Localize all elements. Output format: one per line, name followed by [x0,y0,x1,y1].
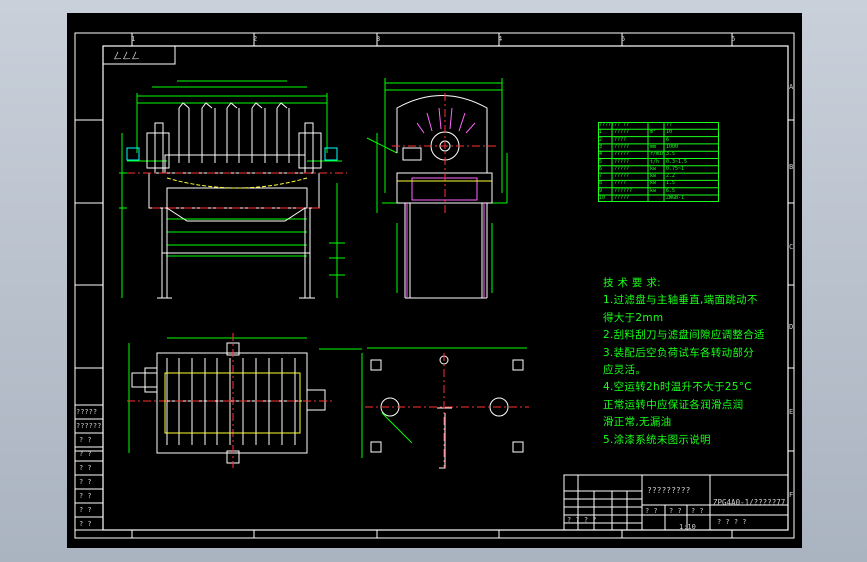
zone-label-3: 3 [376,35,381,43]
parameter-table: ??????? ???? 1????? m² 10 2???? 6 3????? mm 1000… [598,122,719,202]
parameter-cell: 7 [599,173,603,180]
parameter-cell: 6 [666,136,670,143]
parameter-cell: 4 [599,151,603,158]
parameter-cell: t/h [650,158,660,165]
title-block-scale: 1:10 [679,523,696,531]
drawing-sheet: ㄥㄥㄥ 1 2 3 4 5 6 A B C D E F ??????? ????… [67,13,802,548]
parameter-cell: ????? [614,173,630,180]
parameter-cell: 6.5 [666,187,676,194]
zone-label-d: D [789,323,794,331]
parameter-cell: kw [650,187,657,194]
title-block-cell-4: ? ? [691,507,704,515]
parameter-cell: 3.5 [666,151,676,158]
tech-req-line-6: 4.空运转2h时温升不大于25°C [603,381,752,394]
zone-label-b: B [789,163,794,171]
parameter-cell: kw [650,180,657,187]
left-list-item-7: ? ? [79,492,92,500]
title-block-name: ????????? [647,486,691,495]
corner-stamp: ㄥㄥㄥ [113,52,141,62]
zone-label-6: 6 [731,35,736,43]
parameter-cell: 5 [599,158,603,165]
zone-label-2: 2 [253,35,258,43]
parameter-cell: ZWGB-1 [666,195,685,201]
parameter-cell: ????? [599,122,615,128]
tech-req-line-3: 2.刮料刮刀与滤盘间隙应调整合适 [603,329,765,342]
parameter-cell: 0.75~1 [666,165,685,172]
parameter-cell: ????? [614,143,630,150]
parameter-cell: 9 [599,187,603,194]
parameter-cell: 6 [599,165,603,172]
parameter-cell: ???? [614,136,627,143]
parameter-cell: ?? ?? [614,122,630,128]
parameter-cell: r/min [650,151,666,158]
parameter-cell: 2.2 [666,173,676,180]
zone-label-1: 1 [131,35,136,43]
parameter-cell: ????? [614,129,630,136]
front-view [119,80,347,299]
technical-requirements: 技 术 要 求: 1.过滤盘与主轴垂直,端面跳动不 得大于2mm 2.刮料刮刀与… [603,275,765,449]
title-block-cell-2: ? ? [645,507,658,515]
title-block-drawing-no: ZPG4A0-1/?????77 [713,498,786,507]
tech-req-line-8: 滑正常,无漏油 [603,416,672,429]
title-block-cell-3: ? ? [669,507,682,515]
plan-view [127,333,362,468]
left-list-item-2: ?????? [76,422,102,430]
left-list-item-4: ? ? [79,450,92,458]
parameter-cell: 10 [599,195,606,201]
parameter-cell: 1000 [666,143,679,150]
parameter-cell: 8 [599,180,603,187]
tech-req-line-4: 3.装配后空负荷试车各转动部分 [603,346,755,359]
left-list-item-5: ? ? [79,464,92,472]
parameter-cell: kw [650,165,657,172]
parameter-cell: ?? [666,122,673,128]
tech-req-line-1: 1.过滤盘与主轴垂直,端面跳动不 [603,294,758,307]
tech-req-line-5: 应灵活。 [603,364,647,377]
parameter-cell: ?????? [614,187,633,194]
parameter-cell: 1 [599,129,603,136]
zone-label-f: F [789,491,794,499]
parameter-cell: ????? [614,151,630,158]
left-list-item-1: ????? [76,408,98,416]
parameter-cell: 10 [666,129,673,136]
parameter-cell: 1.5 [666,180,676,187]
parameter-cell: 3 [599,143,603,150]
tech-req-line-2: 得大于2mm [603,311,664,324]
side-view [366,78,508,299]
parameter-cell: ???? [614,180,627,187]
parameter-cell: m² [650,129,657,136]
parameter-cell: ????? [614,158,630,165]
left-list-item-8: ? ? [79,506,92,514]
foundation-plan [361,347,529,469]
left-list-item-6: ? ? [79,478,92,486]
parameter-cell: kw [650,173,657,180]
zone-label-e: E [789,408,794,416]
title-block-cell-1: ? ? ? ? [567,516,597,524]
zone-label-c: C [789,243,794,251]
parameter-cell: ????? [614,195,630,201]
parameter-cell: mm [650,143,657,150]
title-block-cell-5: ? ? ? ? [717,518,747,526]
tech-req-title: 技 术 要 求: [603,277,661,289]
tech-req-line-7: 正常运转中应保证各润滑点润 [603,398,744,411]
left-list-item-3: ? ? [79,436,92,444]
zone-label-5: 5 [621,35,626,43]
parameter-cell: 2 [599,136,603,143]
parameter-cell: 0.3~1.5 [666,158,688,165]
parameter-cell: ????? [614,165,630,172]
left-list-item-9: ? ? [79,520,92,528]
tech-req-line-9: 5.涂漆系统未图示说明 [603,433,711,446]
zone-label-4: 4 [498,35,503,43]
zone-label-a: A [789,83,794,91]
